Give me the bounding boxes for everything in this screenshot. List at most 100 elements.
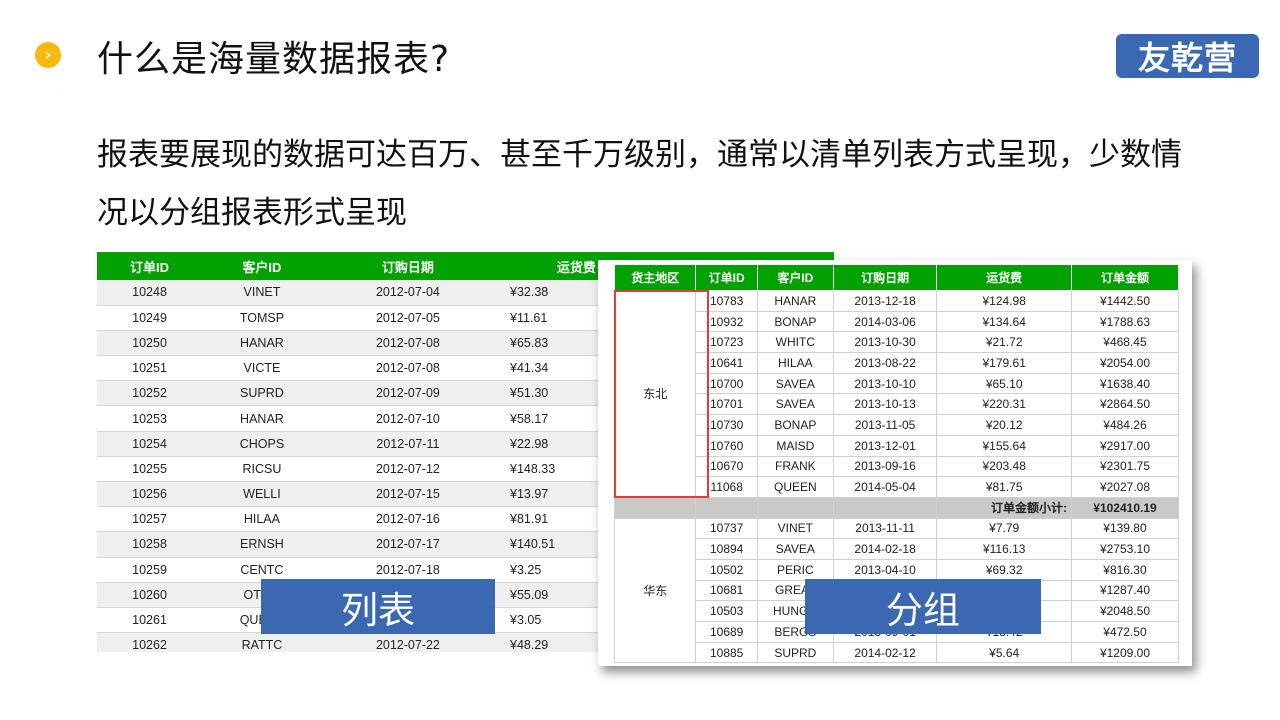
group-header-cell: 运货费: [936, 264, 1072, 291]
table-cell: ¥7.79: [936, 517, 1072, 540]
subtotal-empty-cell: [695, 496, 758, 519]
table-cell: ¥2753.10: [1070, 538, 1180, 560]
table-cell: 10723: [695, 331, 758, 354]
table-cell: ¥2054.00: [1070, 352, 1180, 374]
table-cell: 2012-07-08: [321, 330, 495, 357]
brand-logo: 友乾营: [1116, 34, 1259, 78]
table-cell: 10249: [97, 305, 203, 331]
table-cell: 10689: [695, 621, 758, 643]
table-cell: 10885: [695, 641, 758, 664]
table-cell: 10254: [97, 431, 203, 457]
table-cell: ¥81.75: [936, 476, 1072, 498]
table-row: 10723 WHITC 2013-10-30 ¥21.72 ¥468.45: [615, 331, 1180, 354]
table-cell: VINET: [202, 280, 322, 306]
group-label: 分组: [805, 579, 1041, 634]
table-cell: 2012-07-17: [321, 531, 495, 558]
table-cell: 10255: [97, 456, 203, 483]
table-cell: SAVEA: [756, 372, 834, 395]
table-row: 10502 PERIC 2013-04-10 ¥69.32 ¥816.30: [615, 558, 1180, 581]
table-cell: 10783: [695, 290, 758, 312]
table-cell: 10681: [695, 579, 758, 602]
table-row: 华东 10737 VINET 2013-11-11 ¥7.79 ¥139.80: [613, 517, 1180, 664]
table-cell: ¥116.13: [936, 538, 1072, 560]
table-cell: 10894: [695, 538, 758, 560]
table-cell: 2013-08-22: [832, 352, 938, 374]
table-cell: 10250: [97, 330, 203, 357]
table-cell: 10256: [97, 481, 203, 508]
table-cell: 10260: [97, 582, 203, 608]
table-cell: 10641: [695, 352, 758, 374]
group-header-cell: 货主地区: [613, 264, 697, 291]
table-cell: RICSU: [202, 456, 322, 483]
subtotal-empty-cell: [832, 496, 938, 519]
table-cell: 2012-07-22: [321, 632, 495, 652]
group-header-cell: 订单金额: [1070, 264, 1180, 291]
table-cell: 10251: [97, 355, 203, 382]
table-cell: ¥468.45: [1070, 331, 1180, 354]
table-cell: 2014-02-12: [832, 641, 938, 664]
table-cell: 2013-12-01: [832, 434, 938, 457]
table-cell: 10932: [695, 310, 758, 333]
table-cell: HILAA: [756, 352, 834, 374]
table-cell: ¥2301.75: [1070, 455, 1180, 478]
list-label: 列表: [261, 579, 495, 634]
table-cell: 2012-07-12: [321, 456, 495, 483]
region-cell: 华东: [613, 517, 697, 664]
table-cell: ¥21.72: [936, 331, 1072, 354]
table-cell: 2013-09-16: [832, 455, 938, 478]
list-header-cell: 订购日期: [321, 252, 495, 280]
table-cell: CHOPS: [202, 431, 322, 457]
table-cell: 10252: [97, 380, 203, 407]
table-cell: 10259: [97, 557, 203, 583]
table-cell: ¥1788.63: [1070, 310, 1180, 333]
table-cell: ¥65.10: [936, 372, 1072, 395]
table-cell: ¥1442.50: [1070, 290, 1180, 312]
group-header-cell: 订单ID: [695, 264, 758, 291]
subtotal-value: ¥102410.19: [1070, 496, 1180, 519]
table-cell: ¥1287.40: [1070, 579, 1180, 602]
table-cell: 2014-02-18: [832, 538, 938, 560]
table-cell: 2012-07-11: [321, 431, 495, 457]
table-cell: 2013-10-13: [832, 393, 938, 416]
table-cell: 2012-07-05: [321, 305, 495, 331]
table-row: 10670 FRANK 2013-09-16 ¥203.48 ¥2301.75: [615, 455, 1180, 478]
table-cell: VICTE: [202, 355, 322, 382]
table-cell: ¥139.80: [1070, 517, 1180, 540]
table-cell: SAVEA: [756, 393, 834, 416]
table-cell: ¥5.64: [936, 641, 1072, 664]
table-cell: SUPRD: [756, 641, 834, 664]
table-cell: 2012-07-16: [321, 506, 495, 533]
table-cell: BONAP: [756, 414, 834, 436]
table-cell: HANAR: [756, 290, 834, 312]
table-cell: 10503: [695, 600, 758, 622]
table-cell: 10262: [97, 632, 203, 652]
table-row: 东北 10783 HANAR 2013-12-18 ¥124.98 ¥1442.50: [613, 290, 1180, 498]
table-cell: ¥134.64: [936, 310, 1072, 333]
slide-title: 什么是海量数据报表?: [97, 39, 451, 80]
table-cell: FRANK: [756, 455, 834, 478]
list-header-cell: 订单ID: [97, 252, 203, 280]
table-cell: 2012-07-08: [321, 355, 495, 382]
table-cell: ¥2917.00: [1070, 434, 1180, 457]
table-cell: 2014-03-06: [832, 310, 938, 333]
table-cell: ¥203.48: [936, 455, 1072, 478]
table-cell: ¥816.30: [1070, 558, 1180, 581]
table-cell: ¥1209.00: [1070, 641, 1180, 664]
group-header-cell: 订购日期: [832, 264, 938, 291]
table-cell: WHITC: [756, 331, 834, 354]
table-cell: ¥2027.08: [1070, 476, 1180, 498]
subtotal-row: 订单金额小计: ¥102410.19: [613, 496, 1180, 519]
subtotal-empty-cell: [756, 496, 834, 519]
table-cell: HILAA: [202, 506, 322, 533]
table-cell: ¥220.31: [936, 393, 1072, 416]
table-cell: 2014-05-04: [832, 476, 938, 498]
table-cell: WELLI: [202, 481, 322, 508]
table-cell: BONAP: [756, 310, 834, 333]
table-cell: PERIC: [756, 558, 834, 581]
table-cell: 10760: [695, 434, 758, 457]
table-cell: MAISD: [756, 434, 834, 457]
table-row: 10701 SAVEA 2013-10-13 ¥220.31 ¥2864.50: [615, 393, 1180, 416]
table-row: 10641 HILAA 2013-08-22 ¥179.61 ¥2054.00: [615, 352, 1180, 374]
table-cell: VINET: [756, 517, 834, 540]
table-row: 10760 MAISD 2013-12-01 ¥155.64 ¥2917.00: [615, 434, 1180, 457]
